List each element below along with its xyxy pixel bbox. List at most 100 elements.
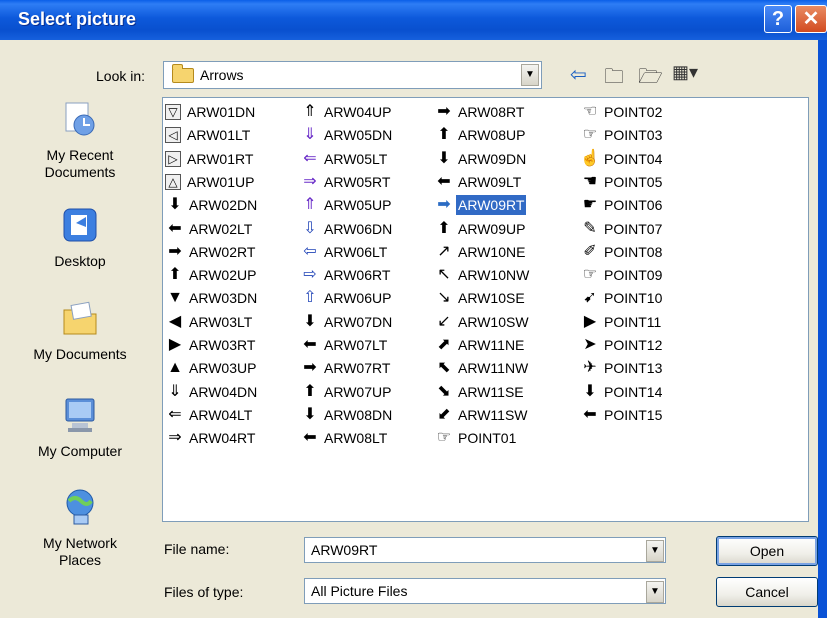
- file-item[interactable]: ⬅ ARW08LT: [300, 428, 389, 448]
- file-item[interactable]: ➡ ARW08RT: [434, 102, 526, 122]
- file-item[interactable]: ☛ POINT06: [580, 195, 664, 215]
- file-item[interactable]: ⬆ ARW08UP: [434, 125, 527, 145]
- chevron-down-icon[interactable]: ▼: [646, 581, 664, 603]
- file-item[interactable]: ⬇ ARW07DN: [300, 312, 394, 332]
- file-item[interactable]: ⬅ ARW09LT: [434, 172, 523, 192]
- file-item[interactable]: △ ARW01UP: [165, 172, 256, 192]
- file-item[interactable]: ☜ POINT02: [580, 102, 664, 122]
- file-item[interactable]: ☚ POINT05: [580, 172, 664, 192]
- arrow-icon: ➡: [303, 359, 317, 377]
- file-item[interactable]: ⬉ ARW11NW: [434, 358, 530, 378]
- file-item[interactable]: ⇐ ARW04LT: [165, 405, 254, 425]
- file-item[interactable]: ⇦ ARW06LT: [300, 242, 389, 262]
- arrow-icon: ⬆: [437, 219, 451, 237]
- place-my-computer[interactable]: My Computer: [10, 395, 150, 460]
- file-item[interactable]: ⇑ ARW05UP: [300, 195, 393, 215]
- file-item[interactable]: ⇐ ARW05LT: [300, 149, 389, 169]
- file-item[interactable]: ⬅ POINT15: [580, 405, 664, 425]
- close-icon[interactable]: ✕: [795, 5, 827, 33]
- place-my-recent-documents[interactable]: My Recent Documents: [10, 99, 150, 181]
- file-item[interactable]: ▽ ARW01DN: [165, 102, 257, 122]
- help-icon[interactable]: ?: [764, 5, 792, 33]
- file-item[interactable]: ⇓ ARW05DN: [300, 125, 394, 145]
- file-item-label: ARW10SW: [458, 313, 529, 330]
- file-item-label: ARW09DN: [458, 150, 527, 167]
- file-item[interactable]: ✎ POINT07: [580, 219, 664, 239]
- chevron-down-icon[interactable]: ▼: [521, 64, 539, 86]
- up-folder-icon[interactable]: 🗀: [604, 62, 624, 96]
- file-item[interactable]: ☝ POINT04: [580, 149, 664, 169]
- file-item-label: POINT11: [604, 313, 662, 330]
- file-item[interactable]: ⇒ ARW05RT: [300, 172, 392, 192]
- file-item[interactable]: ➹ POINT10: [580, 288, 664, 308]
- file-item[interactable]: ↙ ARW10SW: [434, 312, 531, 332]
- file-item[interactable]: ⬈ ARW11NE: [434, 335, 526, 355]
- my-documents-icon: [63, 301, 97, 335]
- file-item[interactable]: ➡ ARW02RT: [165, 242, 257, 262]
- file-item[interactable]: ⬅ ARW07LT: [300, 335, 389, 355]
- my-computer-icon: [65, 398, 95, 432]
- look-in-dropdown[interactable]: Arrows ▼: [163, 61, 542, 89]
- file-item[interactable]: ▲ ARW03UP: [165, 358, 258, 378]
- file-item[interactable]: ◁ ARW01LT: [165, 125, 252, 145]
- file-item[interactable]: ➡ ARW07RT: [300, 358, 392, 378]
- file-item[interactable]: ◀ ARW03LT: [165, 312, 254, 332]
- file-item[interactable]: ▼ ARW03DN: [165, 288, 259, 308]
- file-item[interactable]: ⬇ ARW02DN: [165, 195, 259, 215]
- file-item[interactable]: ⬋ ARW11SW: [434, 405, 530, 425]
- chevron-down-icon[interactable]: ▼: [646, 540, 664, 562]
- file-item[interactable]: ⬆ ARW07UP: [300, 382, 393, 402]
- file-item[interactable]: ✈ POINT13: [580, 358, 664, 378]
- file-item[interactable]: ⬆ ARW02UP: [165, 265, 258, 285]
- views-menu-icon[interactable]: ▦▾: [672, 62, 698, 83]
- arrow-icon: ➤: [583, 336, 597, 353]
- file-item-label: ARW05DN: [324, 127, 393, 144]
- file-item-label: ARW11NE: [458, 337, 525, 353]
- file-item[interactable]: ⇓ ARW04DN: [165, 382, 259, 402]
- arrow-icon: ✎: [583, 219, 597, 237]
- arrow-icon: ✐: [583, 242, 597, 260]
- file-item[interactable]: ⬇ ARW09DN: [434, 149, 528, 169]
- arrow-icon: ⬅: [303, 336, 317, 353]
- back-arrow-icon[interactable]: ⇦: [570, 62, 587, 87]
- file-item[interactable]: ⇑ ARW04UP: [300, 102, 393, 122]
- network-places-icon: [66, 489, 94, 525]
- file-item-label: ARW10NW: [458, 267, 530, 284]
- file-item[interactable]: ☞ POINT01: [434, 428, 518, 448]
- file-list[interactable]: ▽ ARW01DN ◁ ARW01LT ▷ ARW01RT △ ARW01UP ⬇ ARW02DN…: [162, 97, 809, 522]
- file-item[interactable]: ⬇ POINT14: [580, 382, 664, 402]
- file-type-dropdown[interactable]: All Picture Files: [304, 578, 666, 604]
- cancel-button[interactable]: Cancel: [716, 577, 818, 607]
- file-item-label: ARW07LT: [324, 337, 388, 353]
- file-item[interactable]: ☞ POINT03: [580, 125, 664, 145]
- open-button[interactable]: Open: [716, 536, 818, 566]
- file-item-label: ARW04UP: [324, 104, 392, 120]
- file-item[interactable]: ☞ POINT09: [580, 265, 664, 285]
- arrow-icon: ⬊: [437, 382, 451, 400]
- file-item[interactable]: ⇒ ARW04RT: [165, 428, 257, 448]
- place-my-documents[interactable]: My Documents: [10, 298, 150, 363]
- file-item-label: ARW05RT: [324, 173, 391, 190]
- file-item[interactable]: ↘ ARW10SE: [434, 288, 527, 308]
- file-item[interactable]: ⬊ ARW11SE: [434, 382, 526, 402]
- file-item[interactable]: ⇨ ARW06RT: [300, 265, 392, 285]
- file-item[interactable]: ⇩ ARW06DN: [300, 219, 394, 239]
- file-item[interactable]: ↖ ARW10NW: [434, 265, 531, 285]
- place-my-network-places[interactable]: My Network Places: [10, 487, 150, 569]
- file-item[interactable]: ▶ ARW03RT: [165, 335, 257, 355]
- arrow-icon: ⬇: [303, 312, 317, 330]
- file-name-field[interactable]: ARW09RT: [304, 537, 666, 563]
- file-item[interactable]: ⬅ ARW02LT: [165, 219, 254, 239]
- file-item[interactable]: ✐ POINT08: [580, 242, 664, 262]
- file-type-value: All Picture Files: [311, 583, 408, 599]
- place-desktop[interactable]: Desktop: [10, 205, 150, 270]
- file-item[interactable]: ↗ ARW10NE: [434, 242, 527, 262]
- file-item[interactable]: ⬆ ARW09UP: [434, 219, 527, 239]
- file-item[interactable]: ⬇ ARW08DN: [300, 405, 394, 425]
- file-item[interactable]: ▶ POINT11: [580, 312, 663, 332]
- file-item[interactable]: ➡ ARW09RT: [434, 194, 528, 217]
- new-folder-icon[interactable]: 🗁: [638, 62, 663, 96]
- file-item[interactable]: ⇧ ARW06UP: [300, 288, 393, 308]
- file-item[interactable]: ▷ ARW01RT: [165, 149, 255, 169]
- file-item[interactable]: ➤ POINT12: [580, 335, 664, 355]
